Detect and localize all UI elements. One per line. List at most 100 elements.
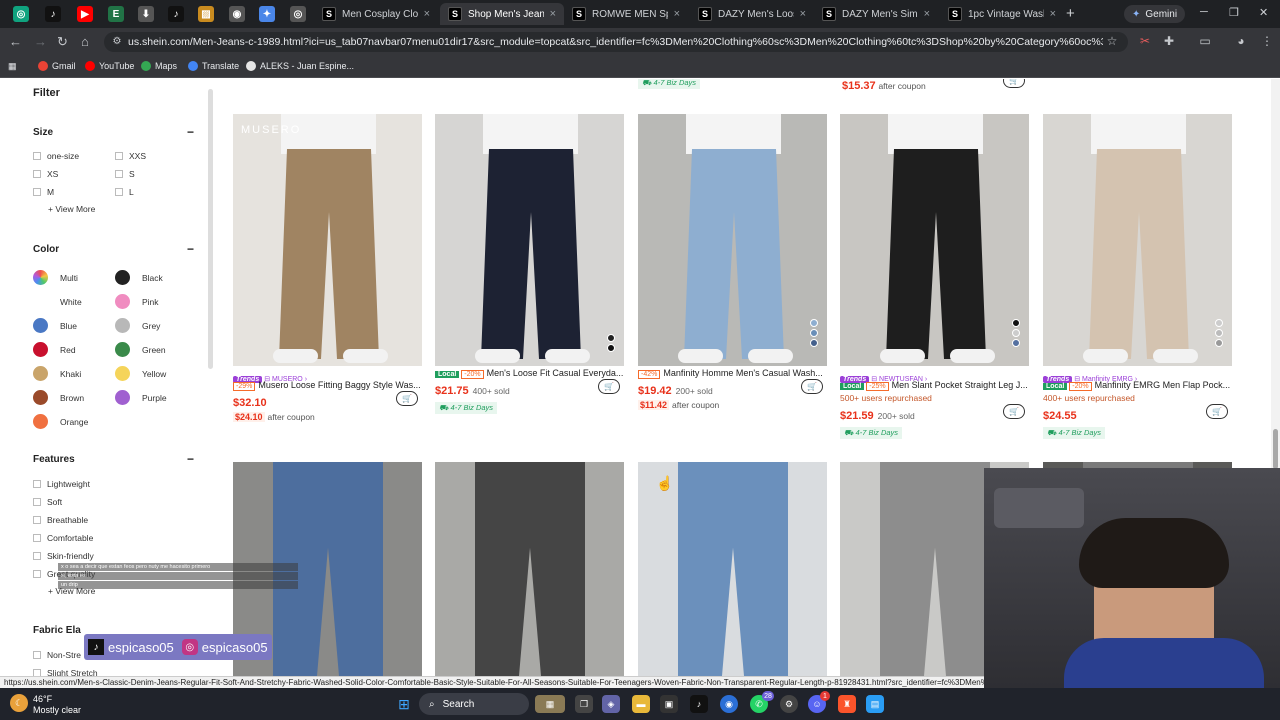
color-option[interactable]: Black <box>115 270 163 285</box>
product-image[interactable] <box>638 114 827 366</box>
product-title-line[interactable]: -29% Musero Loose Fitting Baggy Style Was… <box>233 380 422 391</box>
product-card[interactable]: Trends ⊟ NEWTUSFAN › Local -25% Men Slant Po… <box>840 114 1029 439</box>
feature-option[interactable]: Skin-friendly <box>33 551 94 561</box>
size-option[interactable]: L <box>115 187 134 197</box>
close-tab-icon[interactable]: × <box>924 8 930 20</box>
variant-dot[interactable] <box>1215 339 1223 347</box>
sidebar-scrollbar[interactable] <box>208 89 213 369</box>
add-to-cart-button[interactable]: 🛒 <box>1003 404 1025 419</box>
close-tab-icon[interactable]: × <box>674 8 680 20</box>
close-tab-icon[interactable]: × <box>800 8 806 20</box>
bookmark-item[interactable]: Maps <box>141 61 177 71</box>
profile-avatar-icon[interactable]: ◕ <box>1234 34 1248 48</box>
collapse-size-icon[interactable]: − <box>187 125 194 139</box>
windows-start-icon[interactable]: ⊞ <box>395 695 413 713</box>
url-text[interactable]: us.shein.com/Men-Jeans-c-1989.html?ici=u… <box>128 36 1103 48</box>
forward-icon[interactable]: → <box>34 34 47 49</box>
variant-dot[interactable] <box>810 319 818 327</box>
product-card[interactable] <box>435 462 624 676</box>
chatgpt-icon[interactable]: ◎ <box>13 6 29 22</box>
tiktok-app-icon[interactable]: ♪ <box>690 695 708 713</box>
add-to-cart-button[interactable]: 🛒 <box>598 379 620 394</box>
file-explorer-icon[interactable]: ▬ <box>632 695 650 713</box>
color-option[interactable]: Khaki <box>33 366 81 381</box>
ms365-icon[interactable]: ◈ <box>602 695 620 713</box>
color-option[interactable]: Red <box>33 342 76 357</box>
home-icon[interactable]: ⌂ <box>81 34 89 49</box>
product-card[interactable]: Local -20% Men's Loose Fit Casual Everyda.… <box>435 114 624 414</box>
bookmark-star-icon[interactable]: ☆ <box>1105 34 1119 48</box>
instagram-icon[interactable]: ◉ <box>229 6 245 22</box>
variant-dot[interactable] <box>1012 329 1020 337</box>
store-icon[interactable]: ▣ <box>660 695 678 713</box>
variant-dot[interactable] <box>1215 329 1223 337</box>
back-icon[interactable]: ← <box>9 34 22 49</box>
apps-icon[interactable]: ▦ <box>8 61 17 72</box>
steam-icon[interactable]: ⚙ <box>780 695 798 713</box>
variant-dot[interactable] <box>1012 319 1020 327</box>
color-option[interactable]: Blue <box>33 318 77 333</box>
bookmark-item[interactable]: ALEKS - Juan Espine... <box>246 61 354 71</box>
excel-icon[interactable]: E <box>108 6 124 22</box>
product-name[interactable]: Musero Loose Fitting Baggy Style Was... <box>258 380 420 390</box>
size-option[interactable]: XXS <box>115 151 146 161</box>
color-variant-dots[interactable] <box>607 334 615 352</box>
checkbox[interactable] <box>33 552 41 560</box>
product-name[interactable]: Manfinity EMRG Men Flap Pock... <box>1095 380 1231 390</box>
color-variant-dots[interactable] <box>1215 319 1223 347</box>
product-title-line[interactable]: -42% Manfinity Homme Men's Casual Wash... <box>638 368 827 379</box>
checkbox[interactable] <box>33 570 41 578</box>
checkbox[interactable] <box>115 152 123 160</box>
collapse-color-icon[interactable]: − <box>187 242 194 256</box>
product-card[interactable] <box>638 462 827 676</box>
weather-temperature[interactable]: 46°F <box>33 694 52 704</box>
checkbox[interactable] <box>115 170 123 178</box>
browser-tab[interactable]: S DAZY Men's Loose Fi × <box>690 3 814 25</box>
chrome-icon[interactable]: ◉ <box>720 695 738 713</box>
size-option[interactable]: one-size <box>33 151 79 161</box>
product-image[interactable] <box>638 462 827 676</box>
checkbox[interactable] <box>33 480 41 488</box>
product-image[interactable] <box>840 114 1029 366</box>
product-title-line[interactable]: Local -20% Men's Loose Fit Casual Everyda.… <box>435 368 624 379</box>
menu-icon[interactable]: ⋮ <box>1260 34 1274 48</box>
new-tab-button[interactable]: + <box>1066 5 1075 22</box>
checkbox[interactable] <box>33 152 41 160</box>
checkbox[interactable] <box>33 651 41 659</box>
weather-icon[interactable]: ☾ <box>10 694 28 712</box>
download-icon[interactable]: ⬇ <box>138 6 154 22</box>
product-image[interactable] <box>435 114 624 366</box>
checkbox[interactable] <box>33 170 41 178</box>
product-image[interactable] <box>435 462 624 676</box>
youtube-icon[interactable]: ▶ <box>77 6 93 22</box>
gemini-icon[interactable]: ✦ <box>259 6 275 22</box>
checkbox[interactable] <box>115 188 123 196</box>
color-option[interactable]: Purple <box>115 390 167 405</box>
size-view-more-link[interactable]: + View More <box>48 204 95 214</box>
color-option[interactable]: Multi <box>33 270 78 285</box>
variant-dot[interactable] <box>1012 339 1020 347</box>
feature-option[interactable]: Lightweight <box>33 479 90 489</box>
size-option[interactable]: M <box>33 187 54 197</box>
feature-option[interactable]: Breathable <box>33 515 88 525</box>
size-option[interactable]: XS <box>33 169 58 179</box>
add-to-cart-button[interactable]: 🛒 <box>1003 79 1025 88</box>
product-name[interactable]: Men's Loose Fit Casual Everyda... <box>487 368 624 378</box>
add-to-cart-button[interactable]: 🛒 <box>396 391 418 406</box>
close-tab-icon[interactable]: × <box>424 8 430 20</box>
variant-dot[interactable] <box>810 329 818 337</box>
checkbox[interactable] <box>33 498 41 506</box>
checkbox[interactable] <box>33 534 41 542</box>
color-variant-dots[interactable] <box>810 319 818 347</box>
taskbar-search[interactable]: ⌕ Search <box>419 693 529 715</box>
weather-description[interactable]: Mostly clear <box>33 705 81 715</box>
feature-option[interactable]: Soft <box>33 497 62 507</box>
checkbox[interactable] <box>33 188 41 196</box>
close-tab-icon[interactable]: × <box>550 8 556 20</box>
bookmark-item[interactable]: Gmail <box>38 61 76 71</box>
minimize-icon[interactable]: ─ <box>1200 6 1208 18</box>
color-option[interactable]: Grey <box>115 318 160 333</box>
extension-icon[interactable]: ✂ <box>1138 34 1152 48</box>
reload-icon[interactable]: ↻ <box>57 34 68 50</box>
browser-tab[interactable]: S Shop Men's Jeans & S × <box>440 3 564 25</box>
